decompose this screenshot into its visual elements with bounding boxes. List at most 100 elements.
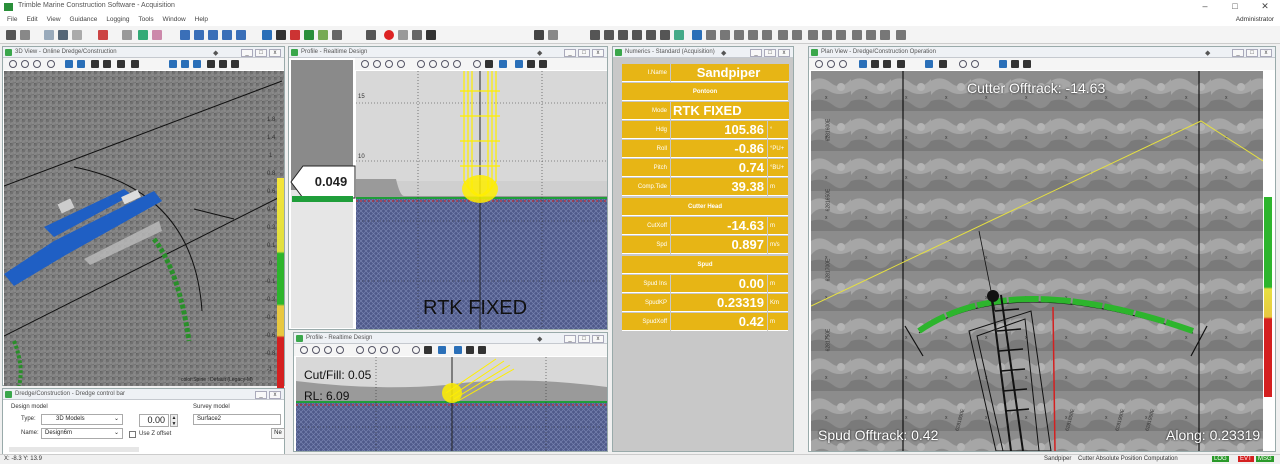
maximize-button[interactable]: □: [1220, 1, 1250, 13]
disk-icon[interactable]: [590, 30, 600, 40]
layout3-icon[interactable]: [208, 30, 218, 40]
layers2-icon[interactable]: [181, 60, 189, 68]
rect-icon[interactable]: [117, 60, 125, 68]
panel-restore-button[interactable]: □: [764, 49, 776, 57]
back-icon[interactable]: [417, 60, 425, 68]
disk2-icon[interactable]: [604, 30, 614, 40]
play-icon[interactable]: [138, 30, 148, 40]
export-view-icon[interactable]: [478, 346, 486, 354]
export-view-icon[interactable]: [539, 60, 547, 68]
panel-close-button[interactable]: x: [1260, 49, 1272, 57]
filter-icon[interactable]: [939, 60, 947, 68]
zoom-window-icon[interactable]: [397, 60, 405, 68]
screen3-icon[interactable]: [426, 30, 436, 40]
survey-select[interactable]: Surface2: [193, 414, 281, 425]
type-select[interactable]: 3D Models ⌄: [41, 414, 123, 425]
zoom-in-icon[interactable]: [300, 346, 308, 354]
menu-edit[interactable]: Edit: [26, 16, 37, 23]
nav14-icon[interactable]: [880, 30, 890, 40]
tool-icon[interactable]: [152, 30, 162, 40]
forward-icon[interactable]: [368, 346, 376, 354]
panel-minimize-button[interactable]: _: [255, 391, 267, 399]
move-icon[interactable]: [131, 60, 139, 68]
menu-file[interactable]: File: [7, 16, 17, 23]
disk3-icon[interactable]: [618, 30, 628, 40]
rotate-icon[interactable]: [77, 60, 85, 68]
zoom-fit-icon[interactable]: [33, 60, 41, 68]
copy-view-icon[interactable]: [527, 60, 535, 68]
nav2-icon[interactable]: [706, 30, 716, 40]
zoom-window-icon[interactable]: [47, 60, 55, 68]
reset-icon[interactable]: [412, 346, 420, 354]
log-badge[interactable]: LOG: [1212, 456, 1229, 462]
vessel-icon[interactable]: [534, 30, 544, 40]
copy-view-icon[interactable]: [219, 60, 227, 68]
move-icon[interactable]: [424, 346, 432, 354]
panel-restore-button[interactable]: □: [255, 49, 267, 57]
view-3d-icon[interactable]: [262, 30, 272, 40]
zoom-fit-icon[interactable]: [839, 60, 847, 68]
zoom-out-icon[interactable]: [827, 60, 835, 68]
layers-icon[interactable]: [169, 60, 177, 68]
offset-input[interactable]: 0.00: [139, 414, 169, 427]
screen-icon[interactable]: [398, 30, 408, 40]
layout2-icon[interactable]: [194, 30, 204, 40]
nav13-icon[interactable]: [866, 30, 876, 40]
zoom-out-icon[interactable]: [373, 60, 381, 68]
down-icon[interactable]: [453, 60, 461, 68]
panel-minimize-button[interactable]: _: [750, 49, 762, 57]
nav8-icon[interactable]: [792, 30, 802, 40]
forward-icon[interactable]: [429, 60, 437, 68]
panel-close-button[interactable]: x: [269, 49, 281, 57]
rect-icon[interactable]: [883, 60, 891, 68]
view-grid-icon[interactable]: [332, 30, 342, 40]
copy-view-icon[interactable]: [466, 346, 474, 354]
marker-icon[interactable]: [98, 30, 108, 40]
disk7-icon[interactable]: [674, 30, 684, 40]
nav-icon[interactable]: [692, 30, 702, 40]
move-icon[interactable]: [485, 60, 493, 68]
record-icon[interactable]: [122, 30, 132, 40]
rotate-icon[interactable]: [859, 60, 867, 68]
view-graph-icon[interactable]: [318, 30, 328, 40]
panel-close-button[interactable]: x: [592, 49, 604, 57]
view3d-canvas[interactable]: [4, 71, 284, 386]
nav11-icon[interactable]: [836, 30, 846, 40]
minimize-button[interactable]: –: [1190, 1, 1220, 13]
nav5-icon[interactable]: [748, 30, 758, 40]
reset-icon[interactable]: [473, 60, 481, 68]
close-button[interactable]: ✕: [1250, 1, 1280, 13]
layout5-icon[interactable]: [236, 30, 246, 40]
profile1-canvas[interactable]: [356, 71, 607, 329]
settings-icon[interactable]: [20, 30, 30, 40]
camera-view-icon[interactable]: [193, 60, 201, 68]
evt-badge[interactable]: EVT: [1238, 456, 1254, 462]
back-icon[interactable]: [959, 60, 967, 68]
export-view-icon[interactable]: [231, 60, 239, 68]
nav15-icon[interactable]: [896, 30, 906, 40]
zoom-in-icon[interactable]: [9, 60, 17, 68]
down-icon[interactable]: [392, 346, 400, 354]
menu-help[interactable]: Help: [195, 16, 208, 23]
panel-close-button[interactable]: x: [269, 391, 281, 399]
nav6-icon[interactable]: [762, 30, 772, 40]
panel-close-button[interactable]: x: [778, 49, 790, 57]
view-numerics-icon[interactable]: [304, 30, 314, 40]
vessel2-icon[interactable]: [548, 30, 558, 40]
use-z-checkbox[interactable]: [129, 431, 136, 438]
menu-window[interactable]: Window: [163, 16, 186, 23]
panel-minimize-button[interactable]: _: [1232, 49, 1244, 57]
layout-icon[interactable]: [180, 30, 190, 40]
nav7-icon[interactable]: [778, 30, 788, 40]
zoom-in-icon[interactable]: [361, 60, 369, 68]
camera-icon[interactable]: [6, 30, 16, 40]
menu-view[interactable]: View: [47, 16, 61, 23]
menu-logging[interactable]: Logging: [106, 16, 129, 23]
camera-view-icon[interactable]: [999, 60, 1007, 68]
stop-icon[interactable]: [384, 30, 394, 40]
pin-icon[interactable]: ◆: [721, 48, 726, 59]
zoom-fit-icon[interactable]: [324, 346, 332, 354]
user-menu[interactable]: Administrator: [1236, 16, 1274, 23]
disk5-icon[interactable]: [646, 30, 656, 40]
pan-icon[interactable]: [438, 346, 446, 354]
